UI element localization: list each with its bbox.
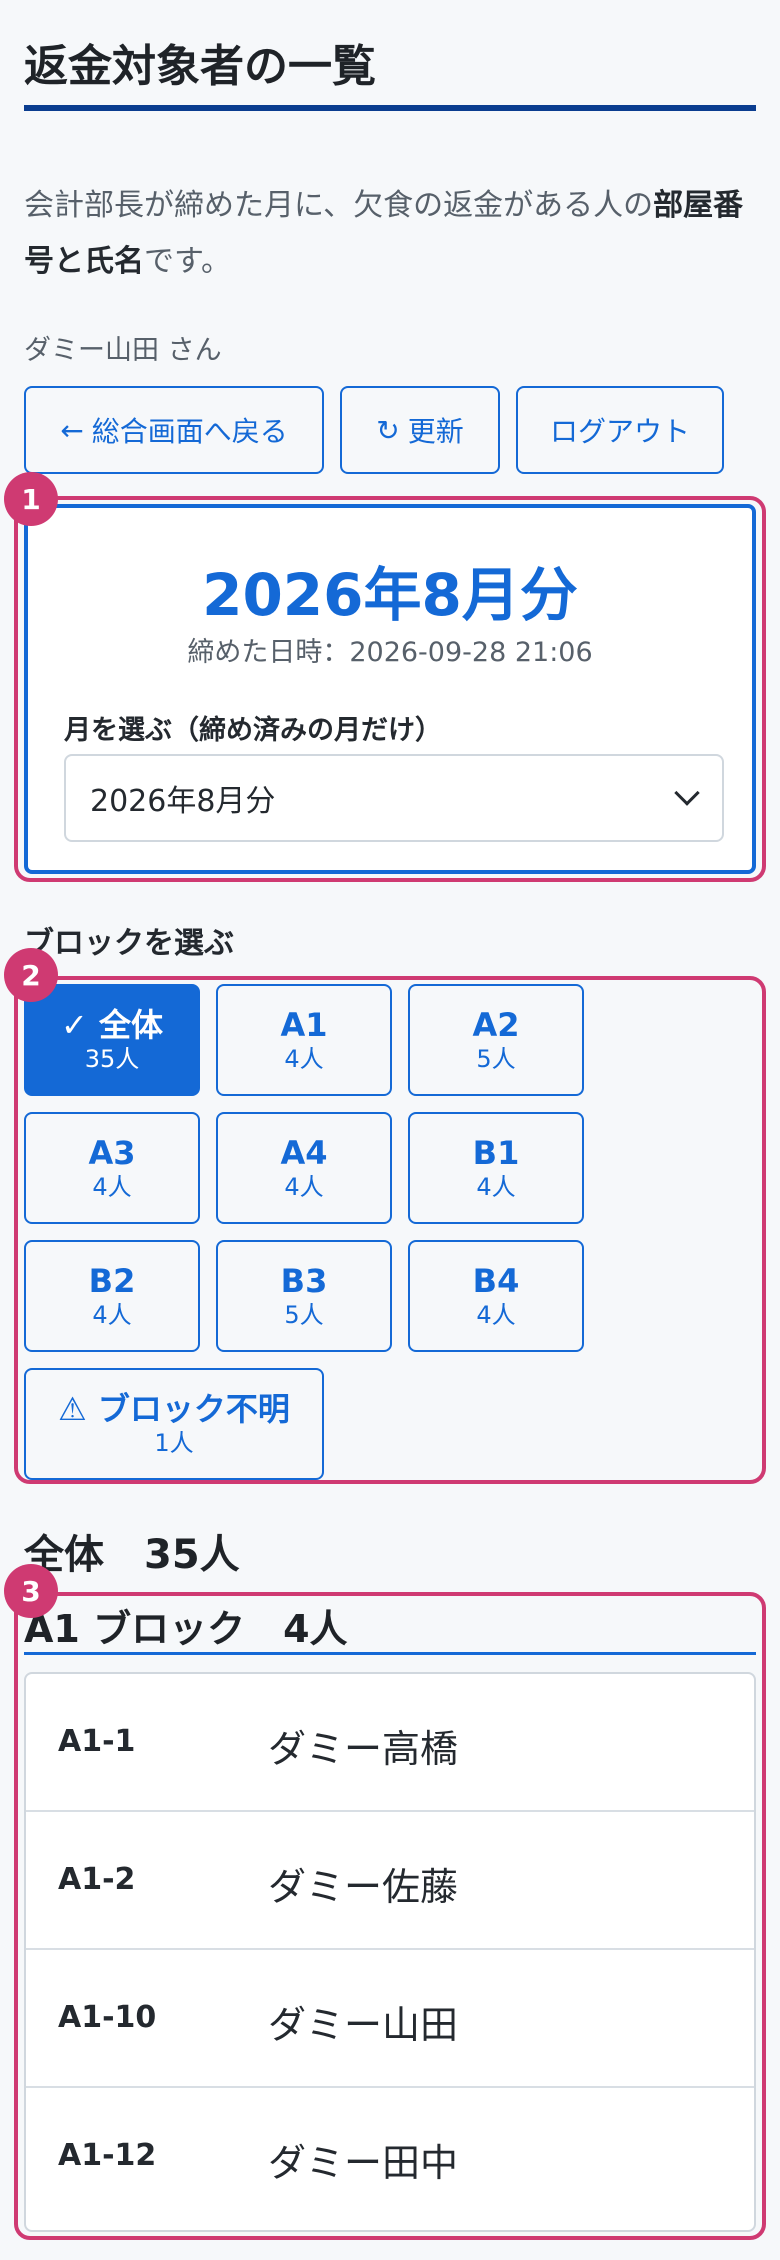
annotation-badge-1: 1 (4, 472, 58, 526)
block-name: A2 (472, 1006, 520, 1044)
block-count: 4人 (476, 1301, 516, 1329)
table-row: A1-12 ダミー田中 (26, 2088, 754, 2226)
block-count: 1人 (154, 1429, 194, 1457)
block-b3-button[interactable]: B3 5人 (216, 1240, 392, 1352)
block-name: B3 (280, 1262, 328, 1300)
month-select[interactable]: 2026年8月分 (64, 754, 724, 842)
resident-name: ダミー山田 (268, 2003, 459, 2047)
block-count: 4人 (476, 1173, 516, 1201)
month-title: 2026年8月分 (202, 561, 578, 629)
block-count: 5人 (284, 1301, 324, 1329)
table-row: A1-10 ダミー山田 (26, 1950, 754, 2088)
page-title: 返金対象者の一覧 (24, 41, 376, 92)
block-all-button[interactable]: ✓ 全体 35人 (24, 984, 200, 1096)
refresh-button[interactable]: ↻ 更新 (340, 386, 500, 474)
block-a2-button[interactable]: A2 5人 (408, 984, 584, 1096)
roster-table: A1-1 ダミー高橋 A1-2 ダミー佐藤 A1-10 ダミー山田 A1-12 … (24, 1672, 756, 2232)
block-name: A3 (88, 1134, 136, 1172)
chevron-down-icon (674, 780, 700, 806)
user-label: ダミー山田 さん (24, 335, 222, 366)
block-name: ブロック不明 (97, 1390, 290, 1428)
block-b1-button[interactable]: B1 4人 (408, 1112, 584, 1224)
room-number: A1-2 (58, 1862, 136, 1897)
logout-button[interactable]: ログアウト (516, 386, 724, 474)
block-name: B4 (472, 1262, 520, 1300)
block-name: 全体 (98, 1006, 163, 1044)
resident-name: ダミー佐藤 (268, 1865, 459, 1909)
room-number: A1-1 (58, 1724, 136, 1759)
month-select-value: 2026年8月分 (90, 784, 276, 819)
block-b4-button[interactable]: B4 4人 (408, 1240, 584, 1352)
block-a1-button[interactable]: A1 4人 (216, 984, 392, 1096)
block-b2-button[interactable]: B2 4人 (24, 1240, 200, 1352)
block-unknown-button[interactable]: ⚠ ブロック不明 1人 (24, 1368, 324, 1480)
block-a4-button[interactable]: A4 4人 (216, 1112, 392, 1224)
table-row: A1-1 ダミー高橋 (26, 1674, 754, 1812)
block-count: 35人 (84, 1045, 140, 1073)
month-select-label: 月を選ぶ（締め済みの月だけ） (64, 715, 442, 746)
annotation-badge-2: 2 (4, 948, 58, 1002)
block-count: 4人 (284, 1173, 324, 1201)
block-count: 4人 (92, 1173, 132, 1201)
block-name: A4 (280, 1134, 328, 1172)
intro-text: 会計部長が締めた月に、欠食の返金がある人の部屋番号と氏名です。 (24, 188, 744, 279)
resident-name: ダミー田中 (268, 2141, 459, 2185)
block-name: B2 (88, 1262, 136, 1300)
title-divider (24, 105, 756, 111)
block-filter-label: ブロックを選ぶ (24, 926, 234, 961)
back-to-dashboard-button[interactable]: ← 総合画面へ戻る (24, 386, 324, 474)
warning-icon: ⚠ (58, 1390, 87, 1428)
logout-button-label: ログアウト (549, 415, 690, 448)
block-name: B1 (472, 1134, 520, 1172)
block-count: 4人 (92, 1301, 132, 1329)
room-number: A1-12 (58, 2138, 157, 2173)
group-heading: A1 ブロック 4人 (24, 1607, 348, 1651)
resident-name: ダミー高橋 (268, 1727, 459, 1771)
block-name: A1 (280, 1006, 328, 1044)
total-heading: 全体 35人 (24, 1532, 240, 1578)
block-count: 5人 (476, 1045, 516, 1073)
room-number: A1-10 (58, 2000, 157, 2035)
closed-at-text: 締めた日時：2026-09-28 21:06 (187, 637, 593, 668)
refresh-button-label: 更新 (407, 415, 464, 448)
month-card: 2026年8月分 締めた日時：2026-09-28 21:06 月を選ぶ（締め済… (24, 504, 756, 874)
block-count: 4人 (284, 1045, 324, 1073)
block-a3-button[interactable]: A3 4人 (24, 1112, 200, 1224)
check-icon: ✓ (61, 1006, 88, 1044)
group-divider (24, 1652, 756, 1655)
annotation-badge-3: 3 (4, 1564, 58, 1618)
refund-list-page: 返金対象者の一覧 会計部長が締めた月に、欠食の返金がある人の部屋番号と氏名です。… (0, 0, 780, 2260)
table-row: A1-2 ダミー佐藤 (26, 1812, 754, 1950)
refresh-icon: ↻ (376, 413, 400, 447)
arrow-left-icon: ← (60, 413, 84, 447)
back-button-label: 総合画面へ戻る (91, 415, 288, 448)
